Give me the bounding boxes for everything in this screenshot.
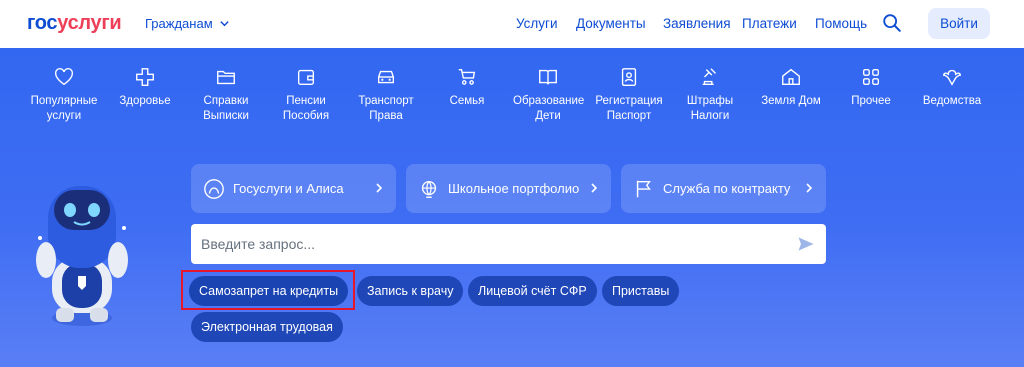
category-fines[interactable]: Штрафы Налоги: [670, 66, 750, 124]
car-icon: [375, 66, 397, 88]
selection-highlight-box: [181, 270, 355, 310]
category-transport[interactable]: Транспорт Права: [346, 66, 426, 124]
category-other[interactable]: Прочее: [831, 66, 911, 109]
promo-school-portfolio[interactable]: Школьное портфолио: [406, 164, 611, 213]
globe-icon: [421, 180, 437, 198]
category-label: Справки Выписки: [203, 95, 249, 122]
flag-icon: [636, 180, 651, 197]
promo-contract-service[interactable]: Служба по контракту: [621, 164, 826, 213]
medical-cross-icon: [134, 66, 156, 88]
search-input[interactable]: [201, 236, 761, 252]
search-icon[interactable]: [881, 12, 903, 34]
gavel-icon: [699, 66, 721, 88]
top-header: госуслуги Гражданам Услуги Документы Зая…: [0, 0, 1024, 48]
category-certificates[interactable]: Справки Выписки: [186, 66, 266, 124]
grid-icon: [860, 66, 882, 88]
promo-alice[interactable]: Госуслуги и Алиса: [191, 164, 396, 213]
login-button[interactable]: Войти: [928, 8, 990, 39]
emblem-icon: [941, 66, 963, 88]
category-label: Образование Дети: [513, 95, 585, 122]
audience-label: Гражданам: [145, 16, 213, 31]
chevron-right-icon: [806, 183, 813, 193]
nav-payments[interactable]: Платежи: [742, 16, 797, 31]
chevron-right-icon: [376, 183, 383, 193]
nav-services[interactable]: Услуги: [516, 16, 558, 31]
category-family[interactable]: Семья: [427, 66, 507, 109]
category-agencies[interactable]: Ведомства: [912, 66, 992, 109]
id-card-icon: [618, 66, 640, 88]
wallet-icon: [295, 66, 317, 88]
category-label: Регистрация Паспорт: [595, 95, 663, 122]
category-label: Ведомства: [922, 95, 982, 107]
category-label: Земля Дом: [761, 95, 821, 107]
chevron-right-icon: [591, 183, 598, 193]
send-arrow-icon[interactable]: [796, 234, 816, 254]
category-popular[interactable]: Популярные услуги: [24, 66, 104, 124]
category-label: Прочее: [851, 95, 891, 107]
audience-dropdown[interactable]: Гражданам: [145, 16, 230, 31]
book-icon: [537, 66, 559, 88]
search-bar: [191, 224, 826, 264]
chip-bailiffs[interactable]: Приставы: [602, 276, 680, 306]
promo-label: Служба по контракту: [663, 181, 791, 196]
chip-sfr-account[interactable]: Лицевой счёт СФР: [468, 276, 597, 306]
alice-icon: [204, 178, 224, 199]
category-label: Семья: [449, 95, 485, 107]
house-icon: [780, 66, 802, 88]
category-health[interactable]: Здоровье: [105, 66, 185, 109]
heart-icon: [53, 66, 75, 88]
chip-electronic-workbook[interactable]: Электронная трудовая: [191, 312, 343, 342]
stroller-icon: [456, 66, 478, 88]
category-pensions[interactable]: Пенсии Пособия: [266, 66, 346, 124]
logo-part-uslugi: услуги: [57, 12, 122, 34]
chevron-down-icon: [219, 21, 229, 27]
gosuslugi-logo[interactable]: госуслуги: [27, 12, 122, 35]
category-education[interactable]: Образование Дети: [508, 66, 588, 124]
nav-help[interactable]: Помощь: [815, 16, 867, 31]
category-land[interactable]: Земля Дом: [751, 66, 831, 109]
category-label: Транспорт Права: [358, 95, 414, 122]
mascot-robot-image: [36, 186, 128, 326]
nav-applications[interactable]: Заявления: [663, 16, 731, 31]
category-label: Штрафы Налоги: [686, 95, 734, 122]
category-label: Здоровье: [119, 95, 171, 107]
chip-doctor-appointment[interactable]: Запись к врачу: [357, 276, 464, 306]
category-label: Пенсии Пособия: [282, 95, 330, 122]
folder-icon: [215, 66, 237, 88]
category-registration[interactable]: Регистрация Паспорт: [589, 66, 669, 124]
category-label: Популярные услуги: [30, 95, 98, 122]
nav-documents[interactable]: Документы: [576, 16, 646, 31]
promo-label: Школьное портфолио: [448, 181, 580, 196]
hero-section: Популярные услуги Здоровье Справки Выпис…: [0, 48, 1024, 367]
logo-part-gos: гос: [27, 12, 58, 34]
promo-label: Госуслуги и Алиса: [233, 181, 344, 196]
